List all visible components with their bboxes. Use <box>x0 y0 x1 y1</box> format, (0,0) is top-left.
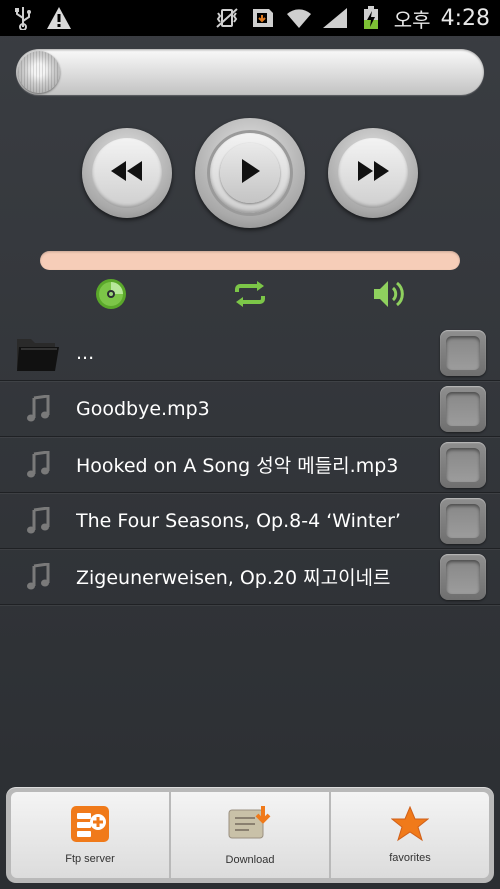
rewind-button[interactable] <box>82 128 172 218</box>
list-item-label: Zigeunerweisen, Op.20 찌고이네르 <box>76 567 391 589</box>
list-item[interactable]: Hooked on A Song 성악 메들리.mp3 <box>0 437 500 493</box>
music-note-icon <box>0 562 76 591</box>
select-checkbox[interactable] <box>440 554 486 600</box>
ftp-server-icon <box>70 805 110 847</box>
list-item[interactable]: Zigeunerweisen, Op.20 찌고이네르 <box>0 549 500 605</box>
warning-icon <box>46 6 72 30</box>
bottom-tab-bar: Ftp server Download favorites <box>6 787 494 883</box>
fast-forward-button[interactable] <box>328 128 418 218</box>
battery-charging-icon <box>358 6 384 30</box>
list-item-label: ... <box>76 341 95 364</box>
clock-ampm: 오후 <box>393 7 431 32</box>
sim-icon <box>250 6 276 30</box>
volume-button[interactable] <box>369 276 409 316</box>
list-item-label: Hooked on A Song 성악 메들리.mp3 <box>76 455 399 477</box>
music-note-icon <box>0 506 76 535</box>
usb-icon <box>10 6 36 30</box>
list-item[interactable]: Goodbye.mp3 <box>0 381 500 437</box>
seek-bar[interactable] <box>16 49 484 95</box>
seek-knob[interactable] <box>18 51 60 93</box>
volume-bar[interactable] <box>40 251 460 270</box>
tab-label: Ftp server <box>65 853 115 865</box>
list-item-label: Goodbye.mp3 <box>76 397 210 420</box>
list-item-label: The Four Seasons, Op.8-4 ‘Winter’ <box>76 509 401 532</box>
wifi-icon <box>286 6 312 30</box>
repeat-icon <box>231 280 269 312</box>
status-bar: 오후 4:28 <box>0 0 500 36</box>
vibrate-mute-icon <box>214 6 240 30</box>
repeat-button[interactable] <box>230 276 270 316</box>
select-checkbox[interactable] <box>440 498 486 544</box>
fast-forward-icon <box>356 160 390 186</box>
select-checkbox[interactable] <box>440 442 486 488</box>
play-button[interactable] <box>195 118 305 228</box>
select-checkbox[interactable] <box>440 386 486 432</box>
file-list: ... Goodbye.mp3 Hooked on A Song 성악 메들리.… <box>0 325 500 605</box>
tab-download[interactable]: Download <box>171 792 329 878</box>
cd-icon <box>94 277 128 315</box>
tab-label: Download <box>225 854 275 866</box>
clock-time: 4:28 <box>440 5 490 31</box>
cd-button[interactable] <box>91 276 131 316</box>
list-item[interactable]: The Four Seasons, Op.8-4 ‘Winter’ <box>0 493 500 549</box>
tab-ftp-server[interactable]: Ftp server <box>11 792 169 878</box>
rewind-icon <box>110 160 144 186</box>
tab-favorites[interactable]: favorites <box>331 792 489 878</box>
volume-icon <box>371 278 407 314</box>
signal-icon <box>322 6 348 30</box>
list-item-parent-folder[interactable]: ... <box>0 325 500 381</box>
tab-label: favorites <box>389 852 431 864</box>
download-icon <box>227 804 273 848</box>
star-icon <box>390 805 430 846</box>
music-note-icon <box>0 394 76 423</box>
folder-icon <box>0 333 76 373</box>
music-note-icon <box>0 450 76 479</box>
select-checkbox[interactable] <box>440 330 486 376</box>
play-icon <box>239 158 261 188</box>
